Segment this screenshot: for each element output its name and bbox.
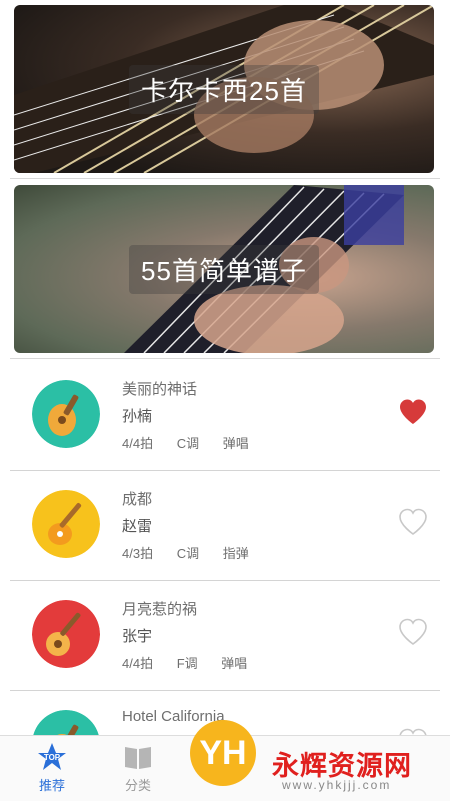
lute-icon xyxy=(32,380,100,448)
song-meta: 4/4拍 F调 弹唱 xyxy=(122,653,247,672)
song-thumbnail xyxy=(32,380,100,448)
svg-text:TOP: TOP xyxy=(44,753,61,762)
song-beat: 4/4拍 xyxy=(122,436,154,451)
divider xyxy=(10,358,440,359)
song-key: F调 xyxy=(176,656,198,671)
song-beat: 4/4拍 xyxy=(122,656,154,671)
song-style: 指弹 xyxy=(222,546,249,561)
banner-carcassi-25[interactable]: 卡尔卡西25首 xyxy=(14,5,434,173)
favorite-heart-icon[interactable] xyxy=(398,398,428,426)
song-meta: 4/3拍 C调 指弹 xyxy=(122,543,249,562)
favorite-heart-outline-icon[interactable] xyxy=(398,618,428,646)
song-title: 成都 xyxy=(122,491,153,508)
song-title: 美丽的神话 xyxy=(122,381,198,398)
acoustic-guitar-icon xyxy=(32,600,100,668)
tab-label: 推荐 xyxy=(38,778,65,793)
electric-guitar-icon xyxy=(32,490,100,558)
tab-category[interactable]: 分类 xyxy=(93,736,183,801)
watermark-url: www.yhkjjj.com xyxy=(282,778,392,792)
song-meta: 4/4拍 C调 弹唱 xyxy=(122,433,249,452)
banner-title: 卡尔卡西25首 xyxy=(129,64,319,114)
book-icon xyxy=(125,747,151,769)
song-style: 弹唱 xyxy=(221,656,248,671)
song-artist: 张宇 xyxy=(122,628,153,645)
top-star-icon: TOP xyxy=(38,743,66,770)
song-key: C调 xyxy=(176,436,200,451)
song-thumbnail xyxy=(32,490,100,558)
watermark-logo: YH xyxy=(190,720,256,786)
song-title: 月亮惹的祸 xyxy=(122,601,198,618)
banner-55-simple-scores[interactable]: 55首简单谱子 xyxy=(14,185,434,353)
song-key: C调 xyxy=(176,546,200,561)
favorite-heart-outline-icon[interactable] xyxy=(398,508,428,536)
song-row[interactable]: 月亮惹的祸 张宇 4/4拍 F调 弹唱 xyxy=(10,580,440,691)
song-artist: 孙楠 xyxy=(122,408,153,425)
song-thumbnail xyxy=(32,600,100,668)
banner-title: 55首简单谱子 xyxy=(129,244,319,294)
tab-recommend[interactable]: TOP 推荐 xyxy=(7,736,97,801)
song-row[interactable]: 美丽的神话 孙楠 4/4拍 C调 弹唱 xyxy=(10,360,440,471)
divider xyxy=(10,178,440,179)
song-beat: 4/3拍 xyxy=(122,546,154,561)
song-artist: 赵雷 xyxy=(122,518,153,535)
song-style: 弹唱 xyxy=(222,436,249,451)
tab-label: 分类 xyxy=(124,778,151,793)
song-row[interactable]: 成都 赵雷 4/3拍 C调 指弹 xyxy=(10,470,440,581)
